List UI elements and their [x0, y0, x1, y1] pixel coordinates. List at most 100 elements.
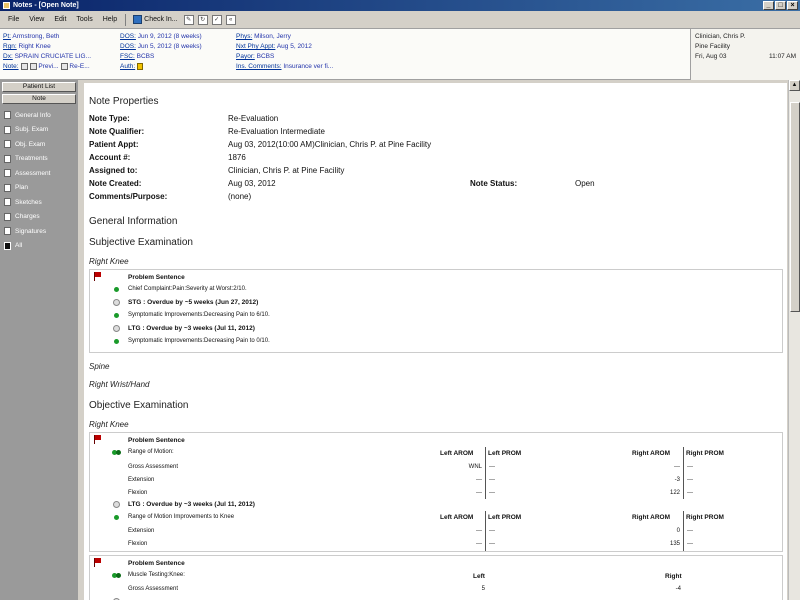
scroll-up-arrow-icon[interactable]: ▲ [789, 80, 800, 91]
menu-separator [125, 13, 127, 26]
sidebar-item-signatures[interactable]: Signatures [0, 224, 78, 239]
cell-value: --- [687, 528, 693, 534]
rom-label: Range of Motion: [128, 449, 174, 455]
page-icon [4, 140, 11, 149]
stg-radio[interactable] [113, 299, 120, 306]
sidebar-item-label: Charges [15, 213, 40, 221]
note-properties-heading: Note Properties [89, 96, 159, 107]
objective-problem-box: Problem Sentence Range of Motion: Left A… [89, 432, 783, 552]
patient-list-button[interactable]: Patient List [2, 82, 76, 92]
cell-value: 135 [669, 541, 680, 547]
account-value: 1876 [228, 153, 246, 162]
check-in-button[interactable]: Check In... [129, 15, 181, 24]
ltg-detail-text: Symptomatic Improvements:Decreasing Pain… [128, 338, 270, 344]
gross-assessment-label: Gross Assessment [128, 586, 179, 592]
phys-value: Milson, Jerry [254, 33, 291, 40]
ins-comments-label[interactable]: Ins. Comments: [236, 63, 282, 70]
wrist-hand-heading: Right Wrist/Hand [89, 380, 150, 389]
subjective-problem-box: Problem Sentence Chief Complaint:Pain:Se… [89, 269, 783, 353]
cell-value: 5 [481, 586, 485, 592]
menu-file[interactable]: File [3, 16, 24, 23]
page-icon [4, 227, 11, 236]
check-in-icon [133, 15, 143, 24]
note-label[interactable]: Note: [3, 63, 19, 70]
auth-label[interactable]: Auth: [120, 63, 135, 70]
dos-label[interactable]: DOS: [120, 33, 136, 40]
cell-value: --- [476, 528, 482, 534]
dx-label[interactable]: Dx: [3, 53, 13, 60]
menu-help[interactable]: Help [98, 16, 122, 23]
cell-value: 0 [676, 528, 680, 534]
col-left-prom: Left PROM [488, 514, 522, 521]
rgn-label[interactable]: Rgn: [3, 43, 17, 50]
sidebar-item-label: All [15, 242, 23, 250]
next-appt-value: Aug 5, 2012 [276, 43, 312, 50]
doi-value: Jun 5, 2012 (8 weeks) [137, 43, 202, 50]
vertical-scrollbar[interactable]: ▲ [788, 80, 800, 600]
subj-right-knee-heading: Right Knee [89, 257, 129, 266]
prev-note-link[interactable]: Previ... [38, 63, 58, 70]
scroll-thumb[interactable] [790, 102, 800, 312]
menu-edit[interactable]: Edit [49, 16, 71, 23]
cell-value: --- [476, 541, 482, 547]
reeval-note-link[interactable]: Re-E... [69, 63, 89, 70]
sidebar-item-assessment[interactable]: Assessment [0, 166, 78, 181]
sidebar-item-subj-exam[interactable]: Subj. Exam [0, 123, 78, 138]
page-icon [4, 111, 11, 120]
minimize-button[interactable]: _ [763, 1, 774, 10]
spine-heading: Spine [89, 362, 110, 371]
edit-icon[interactable]: ✎ [183, 14, 194, 25]
app-icon [3, 2, 10, 9]
menu-tools[interactable]: Tools [71, 16, 97, 23]
maximize-button[interactable]: □ [775, 1, 786, 10]
muscle-problem-box: Problem Sentence Muscle Testing:Knee: Le… [89, 555, 783, 600]
ltg-radio[interactable] [113, 501, 120, 508]
col-left: Left [473, 573, 485, 580]
prev-note-icon [30, 62, 38, 70]
col-right-prom: Right PROM [686, 514, 724, 521]
sidebar-item-charges[interactable]: Charges [0, 210, 78, 225]
note-type-value: Re-Evaluation [228, 114, 279, 123]
note-status-value: Open [575, 179, 595, 188]
flag-icon [94, 558, 102, 567]
sidebar-item-sketches[interactable]: Sketches [0, 195, 78, 210]
flexion-label: Flexion [128, 541, 148, 547]
next-appt-label[interactable]: Nxt Phy Appt: [236, 43, 275, 50]
sidebar-item-label: Signatures [15, 227, 47, 235]
phys-label[interactable]: Phys: [236, 33, 252, 40]
stg-detail-text: Symptomatic Improvements:Decreasing Pain… [128, 312, 270, 318]
close-button[interactable]: × [787, 1, 798, 10]
note-button[interactable]: Note [2, 94, 76, 104]
page-icon [4, 154, 11, 163]
fsc-label[interactable]: FSC: [120, 53, 135, 60]
payor-label[interactable]: Payor: [236, 53, 255, 60]
clinician-name: Clinician, Chris P. [695, 33, 746, 40]
col-left-arom: Left AROM [440, 514, 474, 521]
refresh-icon[interactable]: ↻ [197, 14, 208, 25]
ltg-radio[interactable] [113, 325, 120, 332]
muscle-testing-label: Muscle Testing:Knee: [128, 572, 185, 578]
doi-label[interactable]: DOS: [120, 43, 136, 50]
sidebar-item-obj-exam[interactable]: Obj. Exam [0, 137, 78, 152]
cell-value: --- [674, 464, 680, 470]
menu-view[interactable]: View [24, 16, 49, 23]
sidebar-item-plan[interactable]: Plan [0, 181, 78, 196]
sidebar-item-treatments[interactable]: Treatments [0, 152, 78, 167]
check-icon[interactable]: ✓ [211, 14, 222, 25]
back-icon[interactable]: « [225, 14, 236, 25]
check-in-label: Check In... [144, 16, 178, 23]
title-bar: Notes - [Open Note] _ □ × [0, 0, 800, 11]
problem-sentence-label: Problem Sentence [128, 437, 185, 444]
flexion-label: Flexion [128, 490, 148, 496]
sidebar-item-general-info[interactable]: General Info [0, 108, 78, 123]
pt-label[interactable]: Pt: [3, 33, 11, 40]
col-divider [485, 447, 486, 499]
col-right-arom: Right AROM [632, 514, 671, 521]
green-dot-icon [114, 339, 119, 344]
sidebar-item-all[interactable]: All [0, 239, 78, 254]
current-date: Fri, Aug 03 [695, 53, 727, 60]
page-icon [4, 183, 11, 192]
col-divider [683, 447, 684, 499]
region-value: Right Knee [18, 43, 51, 50]
cell-value: --- [476, 490, 482, 496]
